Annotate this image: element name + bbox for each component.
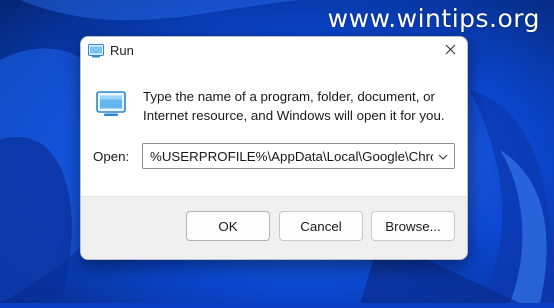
run-dialog: Run Type the name of a program, folder, … bbox=[80, 36, 468, 260]
window-title: Run bbox=[110, 43, 134, 58]
button-bar: OK Cancel Browse... bbox=[81, 196, 467, 259]
watermark-text: www.wintips.org bbox=[327, 4, 540, 33]
run-icon bbox=[88, 44, 104, 58]
description-text: Type the name of a program, folder, docu… bbox=[143, 87, 453, 125]
description-line-2: Internet resource, and Windows will open… bbox=[143, 108, 445, 123]
dropdown-button[interactable] bbox=[432, 144, 454, 168]
run-program-icon bbox=[96, 91, 126, 117]
title-bar[interactable]: Run bbox=[81, 37, 467, 65]
close-icon bbox=[445, 42, 456, 60]
browse-button[interactable]: Browse... bbox=[371, 211, 455, 241]
chevron-down-icon bbox=[438, 147, 448, 165]
open-input[interactable] bbox=[143, 144, 433, 168]
description-line-1: Type the name of a program, folder, docu… bbox=[143, 89, 435, 104]
open-combobox[interactable] bbox=[142, 143, 455, 169]
close-button[interactable] bbox=[437, 39, 463, 63]
open-label: Open: bbox=[93, 149, 130, 164]
ok-button[interactable]: OK bbox=[186, 211, 270, 241]
cancel-button[interactable]: Cancel bbox=[279, 211, 363, 241]
